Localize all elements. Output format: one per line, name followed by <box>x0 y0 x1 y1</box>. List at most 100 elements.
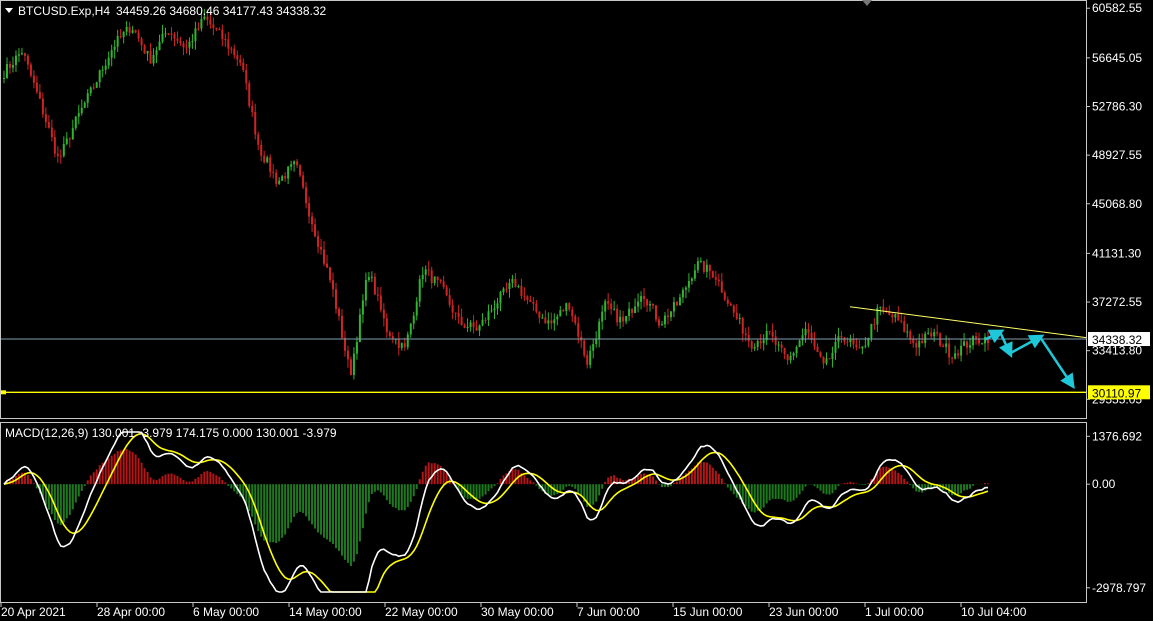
candle-body <box>314 224 317 237</box>
candle-body <box>20 53 23 55</box>
candle-body <box>568 303 571 310</box>
candle-body <box>445 287 448 296</box>
chart-canvas[interactable]: BTCUSD.Exp,H4 34459.26 34680.46 34177.43… <box>0 0 1153 621</box>
candle-body <box>828 358 831 360</box>
candle-body <box>302 175 305 188</box>
candle-body <box>556 316 559 320</box>
candle-body <box>900 320 903 322</box>
candle-body <box>35 82 38 92</box>
price-tick-label: 52786.30 <box>1092 99 1142 113</box>
symbol-label: BTCUSD.Exp,H4 <box>18 4 110 18</box>
candle-body <box>855 344 858 348</box>
candle-body <box>927 332 930 334</box>
price-tick-label: 41131.30 <box>1092 246 1141 260</box>
candle-body <box>870 324 873 338</box>
candle-body <box>167 33 170 35</box>
candle-body <box>574 316 577 324</box>
candle-body <box>299 165 302 176</box>
candle-body <box>164 33 167 35</box>
candle-body <box>388 332 391 337</box>
candle-body <box>146 50 149 54</box>
candle-body <box>400 343 403 348</box>
candle-body <box>547 320 550 324</box>
candle-body <box>275 172 278 184</box>
candle-body <box>756 341 759 348</box>
candle-body <box>188 41 191 48</box>
candle-body <box>185 47 188 49</box>
candle-body <box>107 57 110 66</box>
forecast-arrow <box>1038 336 1075 390</box>
candle-body <box>565 303 568 312</box>
candle-body <box>343 337 346 351</box>
candle-body <box>254 111 257 135</box>
shift-marker-icon[interactable] <box>862 0 872 6</box>
price-tick-label: 60582.55 <box>1092 1 1142 15</box>
candle-body <box>257 134 260 145</box>
candle-body <box>601 311 604 322</box>
candle-body <box>840 336 843 338</box>
candle-body <box>975 336 978 339</box>
candle-body <box>652 303 655 306</box>
support-line-handle[interactable] <box>1 390 6 395</box>
candle-body <box>747 334 750 342</box>
candle-body <box>702 260 705 272</box>
candle-body <box>65 138 68 144</box>
time-tick-label: 20 Apr 2021 <box>1 605 66 619</box>
candle-body <box>448 295 451 305</box>
candle-body <box>191 41 194 43</box>
candle-body <box>966 341 969 348</box>
candle-body <box>732 305 735 313</box>
candle-body <box>95 82 98 88</box>
candle-body <box>672 302 675 312</box>
candle-body <box>903 321 906 333</box>
candle-body <box>260 144 263 156</box>
candle-body <box>759 341 762 344</box>
candle-body <box>68 138 71 140</box>
candle-body <box>864 345 867 347</box>
candle-body <box>571 309 574 317</box>
candle-body <box>741 318 744 334</box>
price-tick-label: 45068.80 <box>1092 197 1142 211</box>
forecast-arrows <box>984 329 1075 390</box>
candle-body <box>924 333 927 344</box>
candle-body <box>317 236 320 247</box>
candle-body <box>577 323 580 337</box>
candle-body <box>385 318 388 333</box>
candle-body <box>637 301 640 307</box>
support-price-tag: 30110.97 <box>1088 385 1150 400</box>
chart-menu-triangle-icon[interactable] <box>5 8 13 13</box>
candle-body <box>586 355 589 365</box>
candle-body <box>224 39 227 41</box>
candle-body <box>152 54 155 64</box>
candle-body <box>493 308 496 311</box>
candle-body <box>628 308 631 316</box>
candle-body <box>807 329 810 333</box>
candle-body <box>23 53 26 56</box>
candle-body <box>263 155 266 163</box>
candle-body <box>433 276 436 284</box>
macd-axis: 1376.692 0.00 -2978.797 <box>1086 429 1146 595</box>
candle-body <box>909 331 912 339</box>
candle-body <box>526 296 529 301</box>
candle-body <box>143 45 146 54</box>
time-tick-label: 10 Jul 04:00 <box>961 605 1027 619</box>
candle-body <box>472 322 475 328</box>
candle-body <box>753 347 756 349</box>
candle-body <box>762 340 765 344</box>
candle-body <box>71 128 74 140</box>
price-tick-label: 37272.55 <box>1092 295 1142 309</box>
candle-body <box>948 343 951 358</box>
time-tick-label: 15 Jun 00:00 <box>673 605 743 619</box>
candle-body <box>559 310 562 317</box>
candle-body <box>699 260 702 262</box>
candle-body <box>783 347 786 355</box>
candle-body <box>849 339 852 343</box>
candle-body <box>942 345 945 347</box>
candle-body <box>598 321 601 339</box>
time-tick-label: 30 May 00:00 <box>481 605 554 619</box>
candle-body <box>397 338 400 348</box>
candle-body <box>430 270 433 284</box>
candle-body <box>436 276 439 280</box>
candle-body <box>290 164 293 167</box>
descending-trendline[interactable] <box>849 306 1087 339</box>
